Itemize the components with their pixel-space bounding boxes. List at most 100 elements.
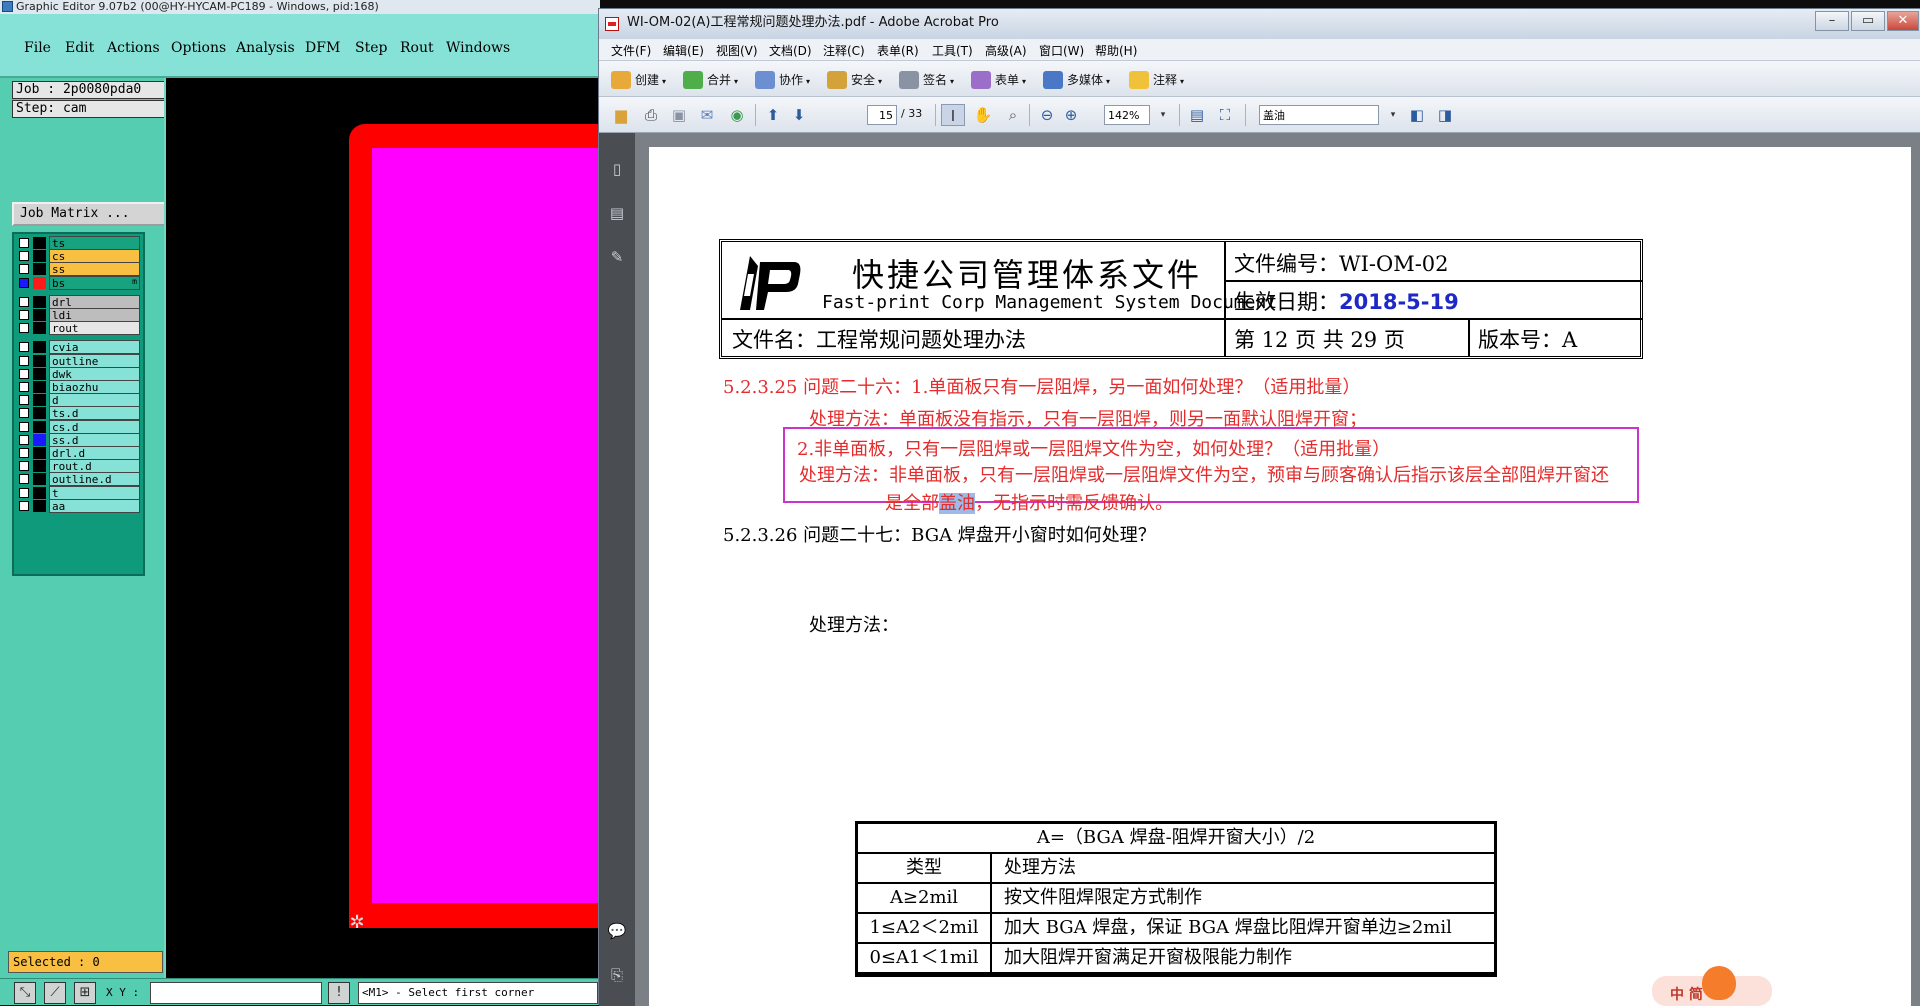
menu-analysis[interactable]: Analysis bbox=[236, 40, 295, 56]
layer-row-ss-d[interactable]: ss.d bbox=[16, 432, 141, 447]
menu-options[interactable]: Options bbox=[171, 40, 226, 56]
find-previous-icon[interactable]: ◧ bbox=[1405, 104, 1429, 126]
menu-document[interactable]: 文档(D) bbox=[769, 42, 812, 59]
layer-row-cs[interactable]: cs bbox=[16, 249, 141, 264]
layer-row-d[interactable]: d bbox=[16, 393, 141, 408]
layer-color-swatch[interactable] bbox=[33, 295, 46, 308]
find-next-icon[interactable]: ◨ bbox=[1433, 104, 1457, 126]
layer-row-bs[interactable]: bs m bbox=[16, 275, 141, 290]
layer-checkbox[interactable] bbox=[19, 395, 29, 406]
comments-icon[interactable]: 💬 bbox=[607, 921, 627, 941]
layer-name[interactable]: ss bbox=[49, 262, 140, 277]
sign-button[interactable]: 签名 ▾ bbox=[897, 68, 954, 92]
select-text-icon[interactable]: I bbox=[941, 104, 965, 126]
layer-color-swatch[interactable] bbox=[33, 341, 46, 354]
email-icon[interactable]: ✉ bbox=[695, 104, 719, 126]
network-icon[interactable]: ◉ bbox=[725, 104, 749, 126]
zoom-marquee-icon[interactable]: ⌕ bbox=[1001, 104, 1025, 126]
forms-button[interactable]: 表单 ▾ bbox=[969, 68, 1026, 92]
layer-name[interactable]: outline.d bbox=[49, 472, 140, 487]
menu-step[interactable]: Step bbox=[355, 40, 387, 56]
zoom-level-input[interactable] bbox=[1104, 105, 1150, 125]
menu-rout[interactable]: Rout bbox=[400, 40, 434, 56]
close-button[interactable]: ✕ bbox=[1887, 11, 1919, 31]
layer-name[interactable]: aa bbox=[49, 498, 140, 513]
document-area[interactable]: 快捷公司管理体系文件 Fast-print Corp Management Sy… bbox=[635, 133, 1920, 1006]
layer-color-swatch[interactable] bbox=[33, 381, 46, 393]
previous-page-icon[interactable]: ⬆ bbox=[761, 104, 785, 126]
layer-name[interactable]: ts bbox=[49, 236, 140, 250]
layer-color-swatch[interactable] bbox=[33, 309, 46, 321]
layer-row-rout-d[interactable]: rout.d bbox=[16, 459, 141, 474]
layer-checkbox[interactable] bbox=[19, 310, 29, 320]
layer-color-swatch[interactable] bbox=[33, 354, 46, 367]
layer-color-swatch[interactable] bbox=[33, 499, 46, 512]
layer-checkbox[interactable] bbox=[19, 448, 29, 458]
layer-color-swatch[interactable] bbox=[33, 433, 46, 446]
layer-name[interactable]: drl.d bbox=[49, 446, 140, 460]
layer-checkbox[interactable] bbox=[19, 487, 29, 498]
layer-checkbox[interactable] bbox=[19, 264, 29, 275]
job-matrix-button[interactable]: Job Matrix ... bbox=[12, 202, 168, 226]
layer-name[interactable]: bs m bbox=[49, 275, 140, 290]
layer-color-swatch[interactable] bbox=[33, 473, 46, 486]
collaborate-button[interactable]: 协作 ▾ bbox=[753, 68, 810, 92]
graphics-canvas[interactable]: ✲ bbox=[164, 78, 612, 980]
info-icon[interactable]: ! bbox=[328, 982, 350, 1004]
layer-checkbox[interactable] bbox=[19, 461, 29, 472]
layer-color-swatch[interactable] bbox=[33, 263, 46, 276]
menu-view[interactable]: 视图(V) bbox=[716, 42, 758, 59]
layer-row-biaozhu[interactable]: biaozhu bbox=[16, 380, 141, 394]
menu-edit[interactable]: Edit bbox=[65, 40, 94, 56]
layer-checkbox[interactable] bbox=[19, 296, 29, 307]
grid-snap-icon[interactable]: ⊞ bbox=[74, 982, 96, 1004]
layer-row-ts[interactable]: ts bbox=[16, 236, 141, 250]
layer-name[interactable]: biaozhu bbox=[49, 380, 140, 394]
layer-row-dwk[interactable]: dwk bbox=[16, 366, 141, 381]
menu-window[interactable]: 窗口(W) bbox=[1039, 42, 1084, 59]
menu-windows[interactable]: Windows bbox=[446, 40, 510, 56]
layer-row-aa[interactable]: aa bbox=[16, 498, 141, 513]
layer-checkbox[interactable] bbox=[19, 277, 29, 288]
layer-checkbox[interactable] bbox=[19, 408, 29, 419]
measure-icon[interactable]: ⟋ bbox=[44, 982, 66, 1004]
layer-name[interactable]: ss.d bbox=[49, 432, 140, 447]
secure-button[interactable]: 安全 ▾ bbox=[825, 68, 882, 92]
find-dropdown-icon[interactable]: ▾ bbox=[1381, 104, 1405, 126]
page-number-input[interactable] bbox=[867, 105, 897, 125]
menu-comments[interactable]: 注释(C) bbox=[823, 42, 865, 59]
layer-checkbox[interactable] bbox=[19, 500, 29, 511]
layer-checkbox[interactable] bbox=[19, 238, 29, 248]
layer-color-swatch[interactable] bbox=[33, 460, 46, 473]
save-icon[interactable]: ▣ bbox=[667, 104, 691, 126]
layer-name[interactable]: dwk bbox=[49, 366, 140, 381]
layer-color-swatch[interactable] bbox=[33, 447, 46, 459]
layer-row-t[interactable]: t bbox=[16, 485, 141, 500]
selected-text[interactable]: 盖油 bbox=[939, 493, 975, 514]
layer-checkbox[interactable] bbox=[19, 323, 29, 334]
next-page-icon[interactable]: ⬇ bbox=[787, 104, 811, 126]
menu-forms[interactable]: 表单(R) bbox=[877, 42, 919, 59]
layer-checkbox[interactable] bbox=[19, 421, 29, 432]
menu-advanced[interactable]: 高级(A) bbox=[985, 42, 1027, 59]
layer-color-swatch[interactable] bbox=[33, 420, 46, 433]
zoom-dropdown-icon[interactable]: ▾ bbox=[1151, 104, 1175, 126]
full-screen-icon[interactable]: ⛶ bbox=[1213, 104, 1237, 126]
menu-dfm[interactable]: DFM bbox=[305, 40, 340, 56]
find-input[interactable] bbox=[1259, 105, 1379, 125]
ime-toolbar[interactable]: 中 简 bbox=[1652, 966, 1772, 1006]
layer-row-cs-d[interactable]: cs.d bbox=[16, 419, 141, 434]
layer-color-swatch[interactable] bbox=[33, 394, 46, 407]
menu-file[interactable]: 文件(F) bbox=[611, 42, 651, 59]
layer-checkbox[interactable] bbox=[19, 368, 29, 379]
maximize-button[interactable]: ▭ bbox=[1851, 11, 1885, 31]
print-icon[interactable]: ⎙ bbox=[639, 104, 663, 126]
layer-color-swatch[interactable] bbox=[33, 276, 46, 289]
menu-edit[interactable]: 编辑(E) bbox=[663, 42, 704, 59]
layer-row-drl-d[interactable]: drl.d bbox=[16, 446, 141, 460]
hand-tool-icon[interactable]: ✋ bbox=[971, 104, 995, 126]
layer-color-swatch[interactable] bbox=[33, 367, 46, 380]
layer-row-rout[interactable]: rout bbox=[16, 321, 141, 336]
comment-button[interactable]: 注释 ▾ bbox=[1127, 68, 1184, 92]
layer-name[interactable]: d bbox=[49, 393, 140, 408]
